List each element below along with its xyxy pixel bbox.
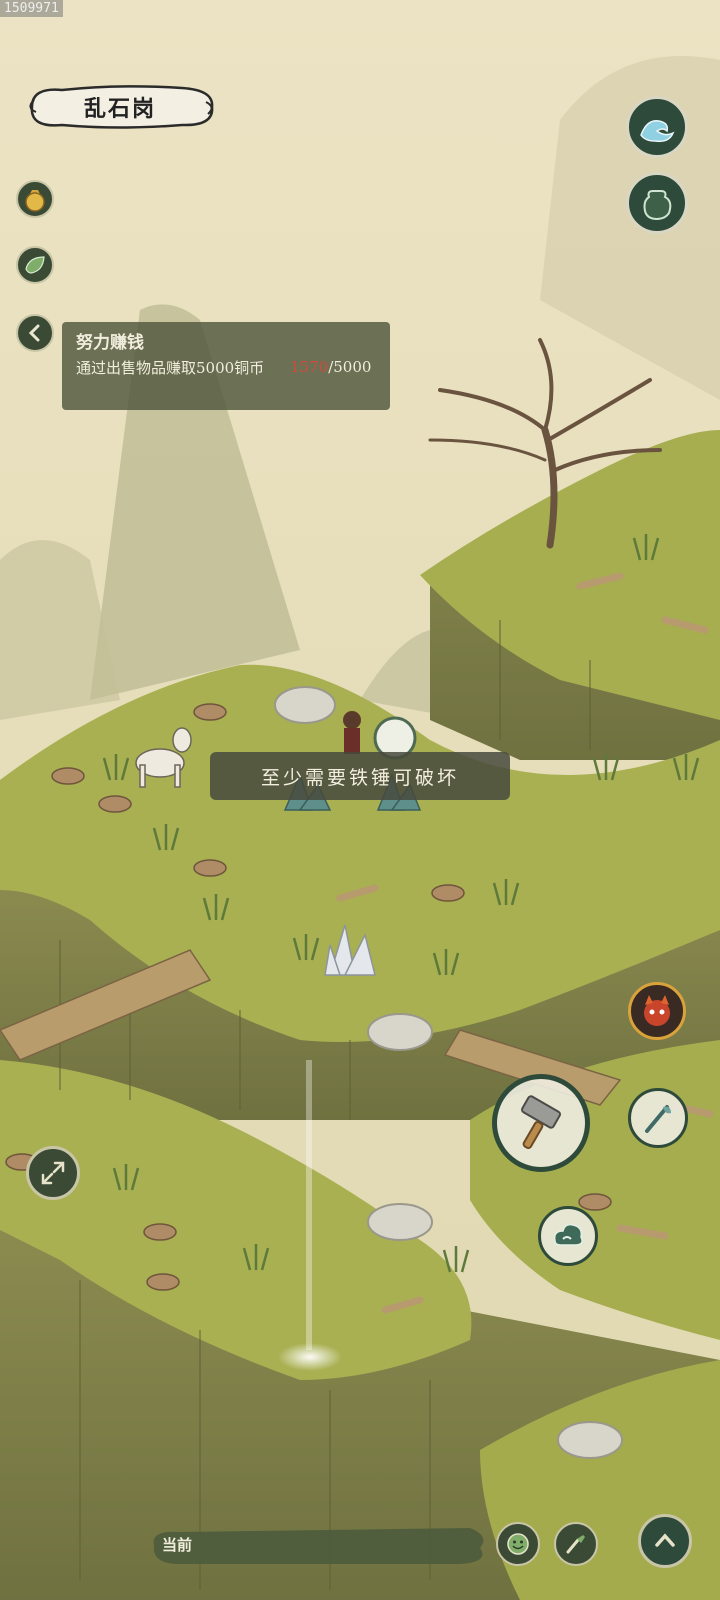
fox-spirit-icon xyxy=(644,995,670,1026)
chevron-left-icon xyxy=(28,324,40,342)
expand-view-button[interactable] xyxy=(26,1146,80,1200)
brush-icon xyxy=(566,1535,585,1554)
leaf-icon xyxy=(25,256,45,274)
chevron-up-icon xyxy=(655,1533,675,1547)
herb-tool-icon xyxy=(645,1105,671,1133)
build-id-label: 1509971 xyxy=(0,0,63,17)
ink-brush-bar xyxy=(153,1528,484,1564)
quest-progress-target: 5000 xyxy=(333,358,372,376)
toast-message: 至少需要铁锤可破坏 xyxy=(210,752,510,800)
quest-description: 通过出售物品赚取5000铜币 xyxy=(76,359,265,377)
current-channel-bar[interactable]: 当前 xyxy=(150,1524,490,1568)
wave-icon xyxy=(640,120,675,143)
light-beam xyxy=(306,1060,312,1350)
location-name: 乱石岗 xyxy=(83,96,156,122)
smile-icon xyxy=(507,1533,529,1555)
current-channel-label: 当前 xyxy=(162,1536,193,1554)
quest-title: 努力赚钱 xyxy=(76,333,144,353)
companion-button[interactable] xyxy=(628,982,686,1040)
hammer-icon xyxy=(521,1095,561,1150)
quick-tool-button[interactable] xyxy=(554,1522,598,1566)
quest-panel[interactable]: 努力赚钱 通过出售物品赚取5000铜币 1570/5000 xyxy=(62,322,390,410)
wave-button[interactable] xyxy=(626,96,688,158)
leaf-button[interactable] xyxy=(16,246,54,284)
bag-icon xyxy=(643,190,672,221)
location-title: 乱石岗 xyxy=(22,82,218,132)
herb-tool-button[interactable] xyxy=(628,1088,688,1148)
expand-arrows-icon xyxy=(41,1161,65,1185)
cloud-icon xyxy=(553,1223,583,1246)
up-action-button[interactable] xyxy=(638,1514,692,1568)
money-pouch-button[interactable] xyxy=(16,180,54,218)
bag-button[interactable] xyxy=(626,172,688,234)
quest-progress-current: 1570 xyxy=(290,358,329,376)
quest-progress: 1570/5000 xyxy=(290,358,371,376)
cloud-action-button[interactable] xyxy=(538,1206,598,1266)
collapse-quest-button[interactable] xyxy=(16,314,54,352)
emote-button[interactable] xyxy=(496,1522,540,1566)
hammer-action-button[interactable] xyxy=(492,1074,590,1172)
game-scene xyxy=(0,0,720,1600)
money-pouch-icon xyxy=(25,190,45,212)
